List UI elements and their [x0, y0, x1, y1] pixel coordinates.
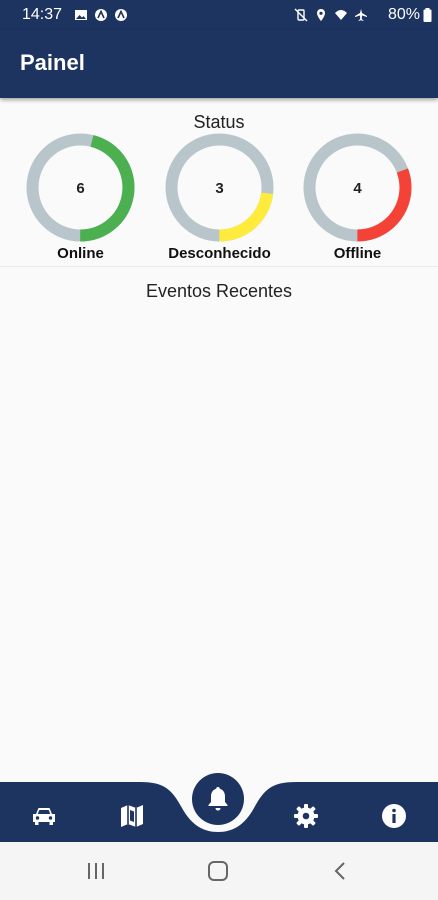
- status-count: 6: [76, 180, 84, 197]
- status-donut: 4: [303, 133, 412, 242]
- status-bar: 14:37 80%: [0, 0, 438, 30]
- home-icon: [208, 861, 228, 881]
- recent-apps-button[interactable]: [76, 856, 116, 886]
- nav-info-button[interactable]: [372, 794, 416, 838]
- location-icon: [317, 9, 325, 21]
- nav-events-button[interactable]: [192, 773, 244, 825]
- status-donut: 3: [165, 133, 274, 242]
- image-icon: [75, 10, 87, 20]
- status-label: Desconhecido: [168, 245, 271, 262]
- status-label: Offline: [333, 245, 382, 262]
- section-divider: [0, 266, 438, 267]
- back-icon: [334, 862, 345, 880]
- wifi-icon: [335, 10, 347, 20]
- car-icon: [33, 808, 55, 825]
- map-icon: [121, 805, 143, 827]
- system-navigation-bar: [0, 842, 438, 900]
- mute-vibrate-icon: [294, 8, 308, 22]
- status-section-title: Status: [193, 112, 245, 132]
- airplane-icon: [355, 9, 367, 21]
- status-card-unknown[interactable]: 3 Desconhecido: [162, 132, 277, 262]
- status-left-icons: [74, 8, 128, 22]
- bell-icon: [208, 787, 228, 811]
- info-icon: [382, 804, 406, 828]
- status-label: Online: [57, 245, 104, 262]
- app-notification-icon: [115, 9, 127, 21]
- home-button[interactable]: [198, 856, 238, 886]
- app-notification-icon: [95, 9, 107, 21]
- status-count: 4: [353, 180, 362, 197]
- battery-level: 80%: [387, 6, 420, 23]
- back-button[interactable]: [320, 856, 360, 886]
- status-right-icons: [294, 8, 368, 22]
- status-card-offline[interactable]: 4 Offline: [300, 132, 415, 262]
- recent-events-title: Eventos Recentes: [145, 281, 293, 301]
- page-title: Painel: [20, 50, 85, 75]
- status-donut: 6: [26, 133, 135, 242]
- bottom-navigation: [0, 770, 438, 842]
- settings-icon: [294, 804, 318, 828]
- status-count: 3: [215, 180, 223, 197]
- nav-settings-button[interactable]: [284, 794, 328, 838]
- status-card-online[interactable]: 6 Online: [23, 132, 138, 262]
- status-time: 14:37: [22, 6, 63, 23]
- recent-apps-icon: [88, 863, 104, 879]
- app-bar: Painel: [0, 30, 438, 98]
- battery-icon: [423, 8, 432, 22]
- nav-map-button[interactable]: [110, 794, 154, 838]
- nav-vehicles-button[interactable]: [22, 794, 66, 838]
